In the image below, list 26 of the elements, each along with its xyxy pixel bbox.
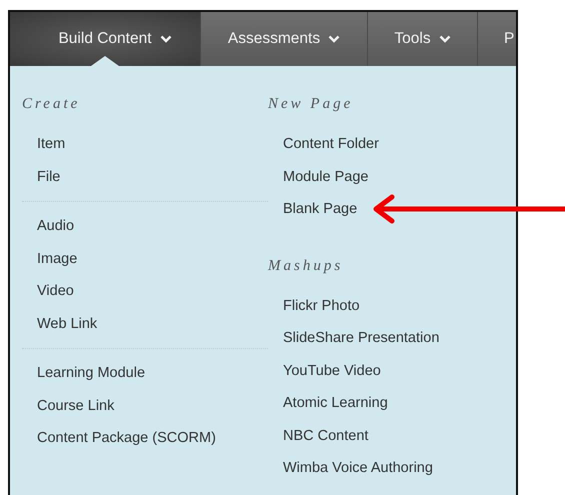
chevron-down-icon: [438, 35, 451, 43]
chevron-down-icon: [160, 35, 172, 43]
menu-item[interactable]: Module Page: [283, 168, 368, 185]
nav-tab[interactable]: Build Content: [10, 12, 200, 66]
menu-item[interactable]: Video: [37, 283, 74, 300]
menu-item[interactable]: SlideShare Presentation: [283, 330, 440, 346]
menu-item[interactable]: Image: [37, 250, 78, 267]
menu-item[interactable]: Flickr Photo: [283, 298, 360, 314]
menu-item[interactable]: Blank Page: [283, 201, 358, 218]
menu-item[interactable]: Wimba Voice Authoring: [283, 460, 433, 476]
menu-item[interactable]: Content Folder: [283, 136, 379, 152]
menu-item[interactable]: YouTube Video: [283, 362, 381, 379]
menu-item[interactable]: Web Link: [37, 316, 98, 332]
chevron-down-icon: [328, 35, 340, 43]
section-heading: New Page: [268, 95, 354, 114]
menu-item[interactable]: Item: [37, 136, 66, 152]
nav-tab[interactable]: P: [477, 12, 516, 66]
menu-item[interactable]: Course Link: [37, 398, 114, 414]
menu-item[interactable]: Atomic Learning: [283, 395, 388, 412]
menu-item[interactable]: NBC Content: [283, 428, 368, 444]
menu-item[interactable]: Learning Module: [37, 365, 146, 382]
section-heading: Create: [22, 95, 80, 114]
section-heading: Mashups: [268, 256, 344, 276]
menu-item[interactable]: Audio: [37, 218, 74, 234]
menu-item[interactable]: File: [37, 168, 60, 185]
menu-item[interactable]: Content Package (SCORM): [37, 430, 216, 446]
